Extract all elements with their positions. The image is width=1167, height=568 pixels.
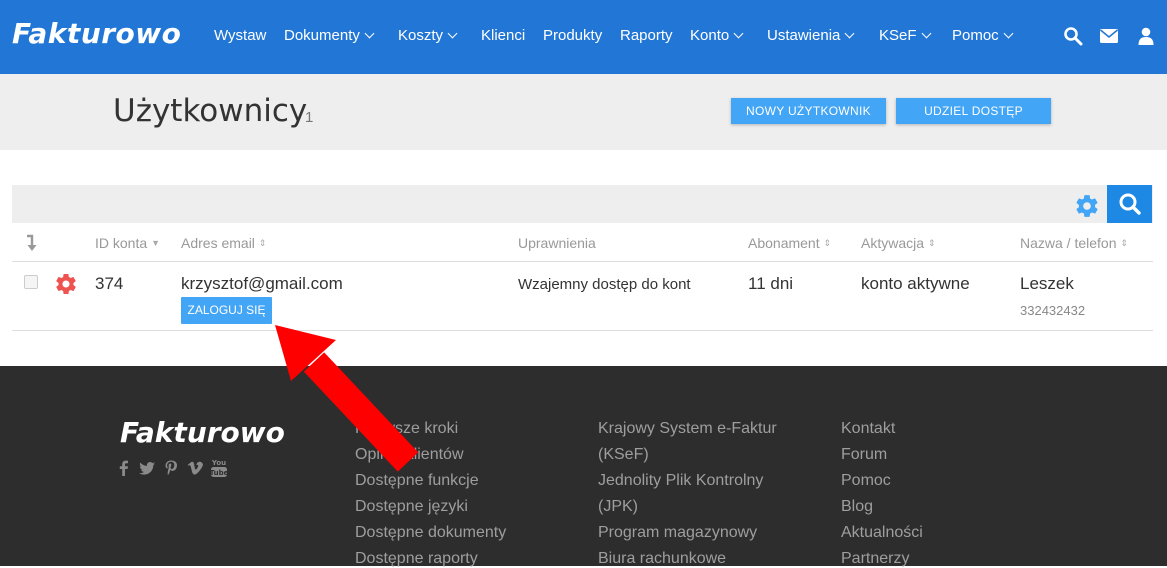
- nav-label: Klienci: [481, 27, 526, 44]
- user-count: 1: [305, 109, 314, 126]
- nav-label: Konto: [690, 27, 730, 44]
- nav-item-koszty[interactable]: Koszty: [398, 27, 458, 44]
- vimeo-icon[interactable]: [186, 459, 204, 477]
- settings-gear-icon[interactable]: [1074, 193, 1100, 219]
- col-label: Aktywacja: [861, 235, 925, 251]
- col-header-subscription[interactable]: Abonament ⇕: [748, 235, 831, 251]
- col-label: ID konta: [95, 235, 148, 251]
- nav-label: KSeF: [879, 27, 917, 44]
- nav-label: Raporty: [620, 27, 673, 44]
- table-header-divider: [12, 261, 1153, 262]
- sort-icon: ⇕: [823, 238, 832, 248]
- cell-account-id: 374: [95, 274, 124, 293]
- footer-link[interactable]: Dostępne funkcje: [355, 472, 479, 490]
- cell-name: Leszek: [1020, 274, 1074, 293]
- svg-text:You: You: [211, 459, 226, 467]
- cell-activation: konto aktywne: [861, 274, 970, 293]
- chevron-down-icon: [921, 28, 931, 39]
- sort-icon: ⇕: [258, 238, 267, 248]
- search-icon: [1119, 193, 1141, 215]
- top-navbar: Fakturowo Wystaw Dokumenty Koszty Klienc…: [0, 0, 1167, 74]
- col-header-permissions: Uprawnienia: [518, 235, 596, 251]
- table-toolbar: [12, 185, 1153, 223]
- col-header-activation[interactable]: Aktywacja ⇕: [861, 235, 936, 251]
- footer-link[interactable]: Aktualności: [841, 524, 923, 542]
- facebook-icon[interactable]: [116, 459, 132, 477]
- nav-item-raporty[interactable]: Raporty: [620, 27, 673, 44]
- nav-label: Wystaw: [214, 27, 267, 44]
- sort-desc-icon: ▼: [151, 238, 161, 248]
- footer-link[interactable]: Opinie klientów: [355, 446, 464, 464]
- search-icon[interactable]: [1063, 26, 1083, 46]
- chevron-down-icon: [1003, 28, 1014, 39]
- col-header-id[interactable]: ID konta ▼: [95, 235, 160, 251]
- row-checkbox[interactable]: [24, 275, 38, 289]
- pinterest-icon[interactable]: [163, 459, 179, 477]
- footer-link[interactable]: (KSeF): [598, 446, 649, 464]
- footer-link[interactable]: Dostępne dokumenty: [355, 524, 506, 542]
- footer-link[interactable]: Dostępne języki: [355, 498, 468, 516]
- page-title: Użytkownicy: [113, 93, 308, 129]
- cell-phone: 332432432: [1020, 303, 1086, 318]
- nav-label: Produkty: [543, 27, 603, 44]
- table-row-divider: [12, 330, 1153, 331]
- cell-email: krzysztof@gmail.com: [181, 274, 343, 293]
- footer-link[interactable]: Partnerzy: [841, 550, 909, 568]
- nav-label: Koszty: [398, 27, 444, 44]
- nav-label: Dokumenty: [284, 27, 360, 44]
- footer-link[interactable]: Krajowy System e-Faktur: [598, 420, 777, 438]
- nav-item-wystaw[interactable]: Wystaw: [214, 27, 266, 44]
- select-arrow-icon[interactable]: [24, 234, 38, 252]
- nav-label: Ustawienia: [767, 27, 841, 44]
- footer-link[interactable]: Forum: [841, 446, 887, 464]
- twitter-icon[interactable]: [138, 459, 156, 477]
- chevron-down-icon: [844, 28, 855, 39]
- new-user-button[interactable]: NOWY UŻYTKOWNIK: [731, 98, 886, 124]
- chevron-down-icon: [447, 28, 458, 39]
- footer-link[interactable]: Pomoc: [841, 472, 891, 490]
- col-header-email[interactable]: Adres email ⇕: [181, 235, 266, 251]
- nav-item-produkty[interactable]: Produkty: [543, 27, 602, 44]
- user-icon[interactable]: [1136, 26, 1156, 46]
- nav-item-ustawienia[interactable]: Ustawienia: [767, 27, 855, 44]
- footer-link[interactable]: Program magazynowy: [598, 524, 757, 542]
- footer-link[interactable]: Biura rachunkowe: [598, 550, 726, 568]
- grant-access-button[interactable]: UDZIEL DOSTĘP: [896, 98, 1051, 124]
- footer-link[interactable]: Blog: [841, 498, 873, 516]
- footer-link[interactable]: (JPK): [598, 498, 638, 516]
- col-header-name-phone[interactable]: Nazwa / telefon ⇕: [1020, 235, 1128, 251]
- login-as-user-button[interactable]: ZALOGUJ SIĘ: [181, 297, 272, 324]
- footer-logo[interactable]: Fakturowo: [120, 416, 285, 449]
- nav-item-konto[interactable]: Konto: [690, 27, 744, 44]
- nav-item-dokumenty[interactable]: Dokumenty: [284, 27, 375, 44]
- col-label: Abonament: [748, 235, 820, 251]
- footer-link[interactable]: Dostępne raporty: [355, 550, 478, 568]
- nav-item-klienci[interactable]: Klienci: [481, 27, 525, 44]
- brand-logo[interactable]: Fakturowo: [12, 17, 181, 50]
- chevron-down-icon: [733, 28, 744, 39]
- table-search-button[interactable]: [1107, 185, 1152, 223]
- col-label: Adres email: [181, 235, 255, 251]
- chevron-down-icon: [364, 28, 375, 39]
- footer-link[interactable]: Kontakt: [841, 420, 895, 438]
- sort-icon: ⇕: [928, 238, 936, 248]
- nav-item-pomoc[interactable]: Pomoc: [952, 27, 1014, 44]
- envelope-icon[interactable]: [1099, 26, 1119, 46]
- row-settings-gear-icon[interactable]: [54, 272, 78, 296]
- col-label: Nazwa / telefon: [1020, 235, 1117, 251]
- svg-text:Tube: Tube: [210, 469, 228, 477]
- nav-item-ksef[interactable]: KSeF: [879, 27, 931, 44]
- cell-permissions: Wzajemny dostęp do kont: [518, 276, 691, 293]
- footer-link[interactable]: Pierwsze kroki: [355, 420, 458, 438]
- cell-subscription: 11 dni: [748, 274, 794, 293]
- footer-link[interactable]: Jednolity Plik Kontrolny: [598, 472, 763, 490]
- youtube-icon[interactable]: You Tube: [210, 457, 228, 479]
- nav-label: Pomoc: [952, 27, 999, 44]
- sort-icon: ⇕: [1120, 238, 1129, 248]
